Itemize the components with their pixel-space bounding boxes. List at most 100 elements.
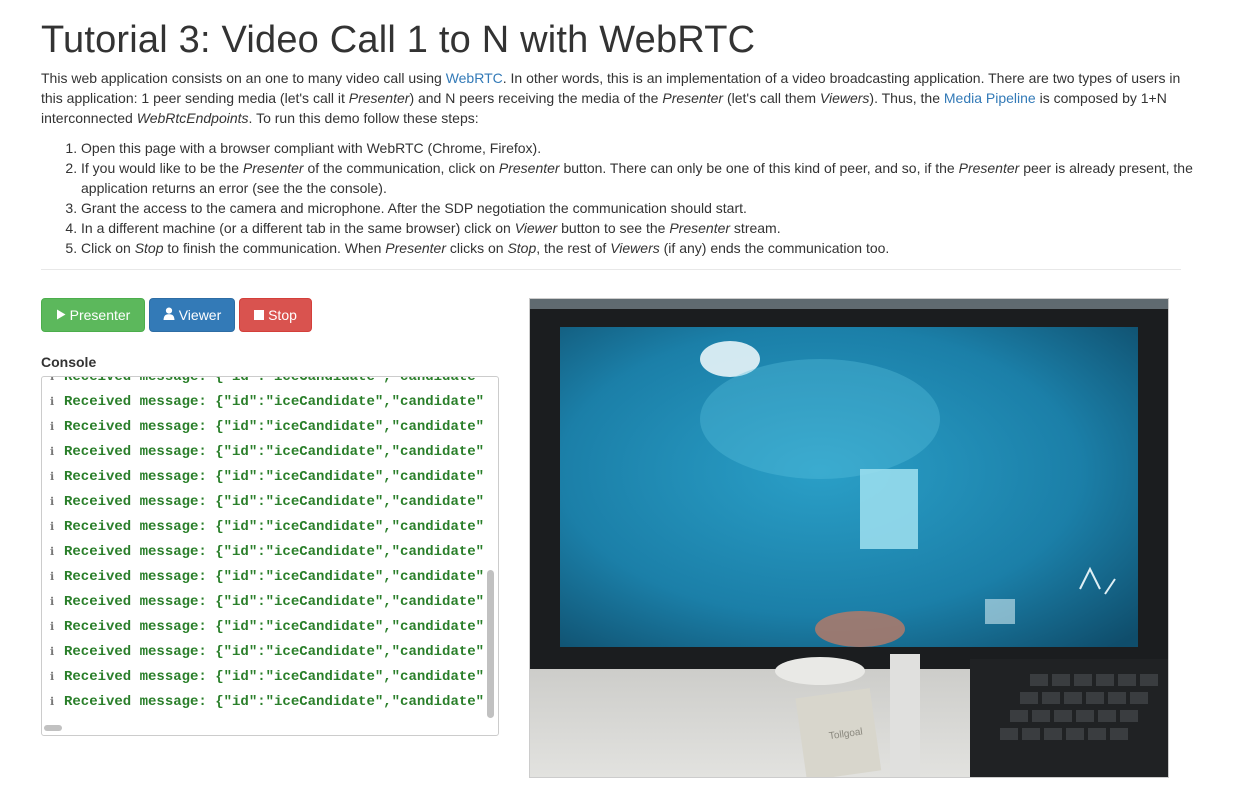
log-line: ℹ Received message: {"id":"iceCandidate",… [42, 376, 486, 390]
log-line: ℹ Received message: {"id":"iceCandidate",… [42, 590, 486, 615]
intro-text: ). Thus, the [869, 90, 944, 106]
step-emphasis: Viewer [514, 220, 558, 236]
intro-emphasis: Viewers [819, 90, 870, 106]
log-text: Received message: {"id":"iceCandidate","… [64, 619, 485, 635]
step-emphasis: Presenter [498, 160, 560, 176]
log-line: ℹ Received message: {"id":"iceCandidate",… [42, 690, 486, 715]
horizontal-scrollbar[interactable] [44, 725, 62, 731]
step-text: to finish the communication. When [163, 240, 386, 256]
step-text: Open this page with a browser compliant … [81, 140, 542, 156]
step-item: In a different machine (or a different t… [81, 218, 1226, 238]
webrtc-link[interactable]: WebRTC [446, 70, 503, 86]
log-line: ℹ Received message: {"id":"iceCandidate",… [42, 490, 486, 515]
log-line: ℹ Received message: {"id":"iceCandidate",… [42, 390, 486, 415]
intro-emphasis: Presenter [348, 90, 410, 106]
step-text: Grant the access to the camera and micro… [81, 200, 747, 216]
step-text: If you would like to be the [81, 160, 243, 176]
console-label: Console [41, 354, 97, 370]
vertical-scrollbar[interactable] [487, 570, 494, 718]
step-text: stream. [730, 220, 781, 236]
log-line: ℹ Received message: {"id":"iceCandidate",… [42, 465, 486, 490]
log-text: Received message: {"id":"iceCandidate","… [64, 376, 485, 385]
step-emphasis: Stop [134, 240, 164, 256]
step-text: , the rest of [536, 240, 611, 256]
info-icon: ℹ [50, 671, 55, 683]
presenter-button[interactable]: Presenter [41, 298, 145, 332]
log-line: ℹ Received message: {"id":"iceCandidate",… [42, 415, 486, 440]
log-line: ℹ Received message: {"id":"iceCandidate",… [42, 540, 486, 565]
presenter-button-label: Presenter [69, 307, 131, 323]
info-icon: ℹ [50, 646, 55, 658]
step-item: Open this page with a browser compliant … [81, 138, 1226, 158]
console-log: ℹ Received message: {"id":"iceCandidate",… [42, 376, 486, 715]
log-text: Received message: {"id":"iceCandidate","… [64, 569, 485, 585]
intro-emphasis: Presenter [662, 90, 724, 106]
video-player[interactable]: Tollgoal [529, 298, 1169, 778]
page-title: Tutorial 3: Video Call 1 to N with WebRT… [41, 19, 756, 61]
intro-text: (let's call them [723, 90, 820, 106]
play-icon [56, 299, 66, 331]
log-text: Received message: {"id":"iceCandidate","… [64, 444, 485, 460]
log-text: Received message: {"id":"iceCandidate","… [64, 394, 485, 410]
log-line: ℹ Received message: {"id":"iceCandidate",… [42, 640, 486, 665]
video-frame: Tollgoal [530, 299, 1168, 777]
step-text: In a different machine (or a different t… [81, 220, 515, 236]
info-icon: ℹ [50, 396, 55, 408]
step-emphasis: Presenter [385, 240, 446, 256]
log-line: ℹ Received message: {"id":"iceCandidate",… [42, 615, 486, 640]
info-icon: ℹ [50, 471, 55, 483]
media-pipeline-link[interactable]: Media Pipeline [944, 90, 1036, 106]
log-text: Received message: {"id":"iceCandidate","… [64, 419, 485, 435]
divider [41, 269, 1181, 270]
log-text: Received message: {"id":"iceCandidate","… [64, 644, 485, 660]
intro-paragraph: This web application consists on an one … [41, 68, 1186, 128]
info-icon: ℹ [50, 446, 55, 458]
log-line: ℹ Received message: {"id":"iceCandidate",… [42, 440, 486, 465]
info-icon: ℹ [50, 521, 55, 533]
console-panel[interactable]: ℹ Received message: {"id":"iceCandidate",… [41, 376, 499, 736]
steps-list: Open this page with a browser compliant … [41, 138, 1226, 258]
log-text: Received message: {"id":"iceCandidate","… [64, 544, 485, 560]
step-text: button. There can only be one of this ki… [559, 160, 959, 176]
step-item: If you would like to be the Presenter of… [81, 158, 1226, 198]
log-line: ℹ Received message: {"id":"iceCandidate",… [42, 665, 486, 690]
info-icon: ℹ [50, 546, 55, 558]
info-icon: ℹ [50, 696, 55, 708]
info-icon: ℹ [50, 596, 55, 608]
step-emphasis: Viewers [610, 240, 660, 256]
intro-text: . To run this demo follow these steps: [248, 110, 479, 126]
intro-emphasis: WebRtcEndpoints [136, 110, 249, 126]
info-icon: ℹ [50, 421, 55, 433]
viewer-button[interactable]: Viewer [149, 298, 235, 332]
log-line: ℹ Received message: {"id":"iceCandidate",… [42, 565, 486, 590]
info-icon: ℹ [50, 496, 55, 508]
step-item: Grant the access to the camera and micro… [81, 198, 1226, 218]
step-text: Click on [81, 240, 135, 256]
user-icon [163, 299, 175, 331]
info-icon: ℹ [50, 376, 55, 383]
step-emphasis: Presenter [958, 160, 1020, 176]
log-text: Received message: {"id":"iceCandidate","… [64, 469, 485, 485]
log-text: Received message: {"id":"iceCandidate","… [64, 694, 485, 710]
log-text: Received message: {"id":"iceCandidate","… [64, 594, 485, 610]
viewer-button-label: Viewer [178, 307, 222, 323]
step-emphasis: Presenter [242, 160, 304, 176]
log-line: ℹ Received message: {"id":"iceCandidate",… [42, 515, 486, 540]
intro-text: This web application consists on an one … [41, 70, 446, 86]
log-text: Received message: {"id":"iceCandidate","… [64, 519, 485, 535]
step-item: Click on Stop to finish the communicatio… [81, 238, 1226, 258]
log-text: Received message: {"id":"iceCandidate","… [64, 669, 485, 685]
step-text: clicks on [445, 240, 508, 256]
intro-text: ) and N peers receiving the media of the [409, 90, 663, 106]
step-text: (if any) ends the communication too. [659, 240, 890, 256]
step-emphasis: Presenter [669, 220, 731, 236]
info-icon: ℹ [50, 571, 55, 583]
stop-icon [254, 299, 265, 331]
log-text: Received message: {"id":"iceCandidate","… [64, 494, 485, 510]
step-emphasis: Stop [507, 240, 537, 256]
stop-button[interactable]: Stop [239, 298, 312, 332]
stop-button-label: Stop [268, 307, 297, 323]
info-icon: ℹ [50, 621, 55, 633]
step-text: button to see the [557, 220, 670, 236]
step-text: of the communication, click on [303, 160, 499, 176]
